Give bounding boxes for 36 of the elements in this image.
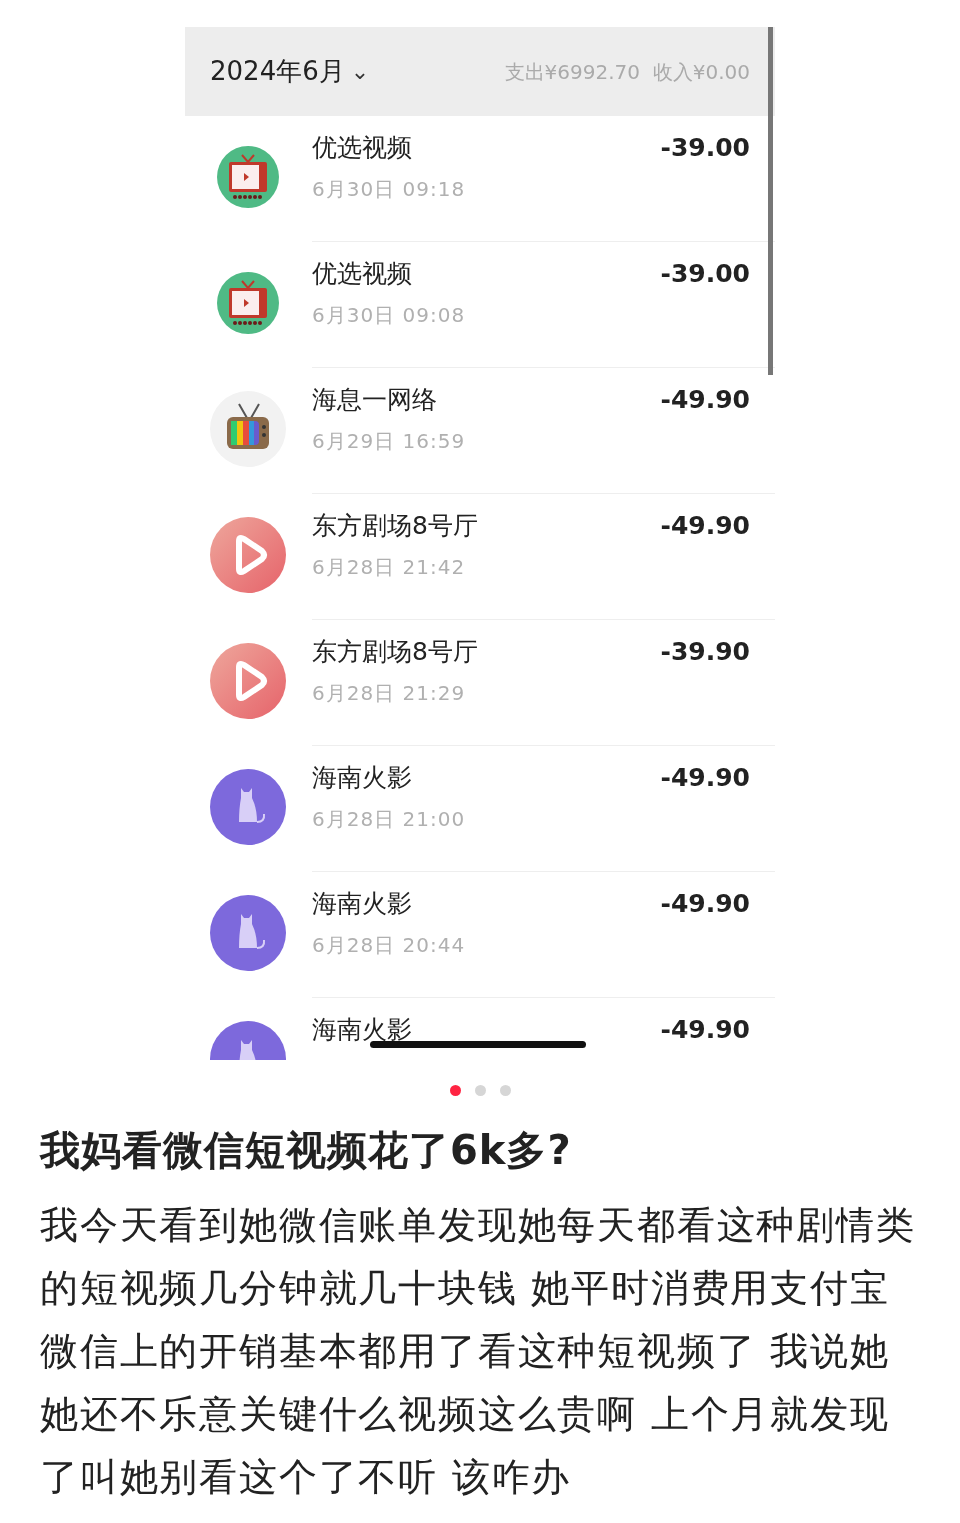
transaction-amount: -49.90	[660, 384, 750, 416]
transaction-time: 6月30日 09:18	[312, 176, 466, 203]
play-icon	[209, 516, 287, 594]
transaction-time: 6月28日 21:29	[312, 680, 467, 707]
transaction-amount: -49.90	[660, 1014, 750, 1046]
transaction-time: 6月30日 09:08	[312, 302, 466, 329]
merchant-name: 海南火影	[312, 1014, 412, 1046]
transaction-time: 6月28日 20:44	[312, 932, 466, 959]
transaction-amount: -49.90	[660, 510, 750, 542]
page-dot[interactable]	[499, 1085, 511, 1096]
merchant-name: 优选视频	[312, 258, 413, 290]
caret-icon[interactable]: ⌄	[350, 60, 370, 83]
month-selector[interactable]: 2024年6月	[210, 52, 345, 91]
transaction-time: 6月28日 21:42	[312, 554, 467, 581]
transaction-amount: -39.90	[660, 636, 750, 668]
transaction-time: 6月28日 21:00	[312, 806, 466, 833]
page-dot[interactable]	[449, 1085, 461, 1096]
play-icon	[209, 642, 287, 720]
transaction-amount: -49.90	[660, 762, 750, 794]
merchant-name: 海南火影	[312, 762, 413, 794]
post-text: 我今天看到她微信账单发现她每天都看这种剧情类的短视频几分钟就几十块钱 她平时消费用支付宝微信上的开销基本都用了看这种短视频了 我说她她还不乐意关键什么视频这么贵啊 上个月就发现了叫她别看这个了不听 该咋办	[40, 1202, 917, 1501]
tv-icon	[209, 390, 287, 468]
merchant-name: 海南火影	[312, 888, 413, 920]
cat-icon	[209, 894, 287, 972]
page-dot[interactable]	[474, 1085, 486, 1096]
transaction-time: 6月29日 16:59	[312, 428, 466, 455]
merchant-name: 东方剧场8号厅	[312, 636, 478, 668]
merchant-name: 海息一网络	[312, 384, 438, 416]
merchant-name: 优选视频	[312, 132, 413, 164]
transaction-amount: -39.00	[660, 132, 750, 164]
post-title: 我妈看微信短视频花了6k多?	[40, 1126, 573, 1175]
transaction-amount: -49.90	[660, 888, 750, 920]
bill-summary: 支出¥6992.70 收入¥0.00	[504, 58, 750, 86]
cat-icon	[209, 768, 287, 846]
transaction-amount: -39.00	[660, 258, 750, 290]
merchant-name: 东方剧场8号厅	[312, 510, 478, 542]
